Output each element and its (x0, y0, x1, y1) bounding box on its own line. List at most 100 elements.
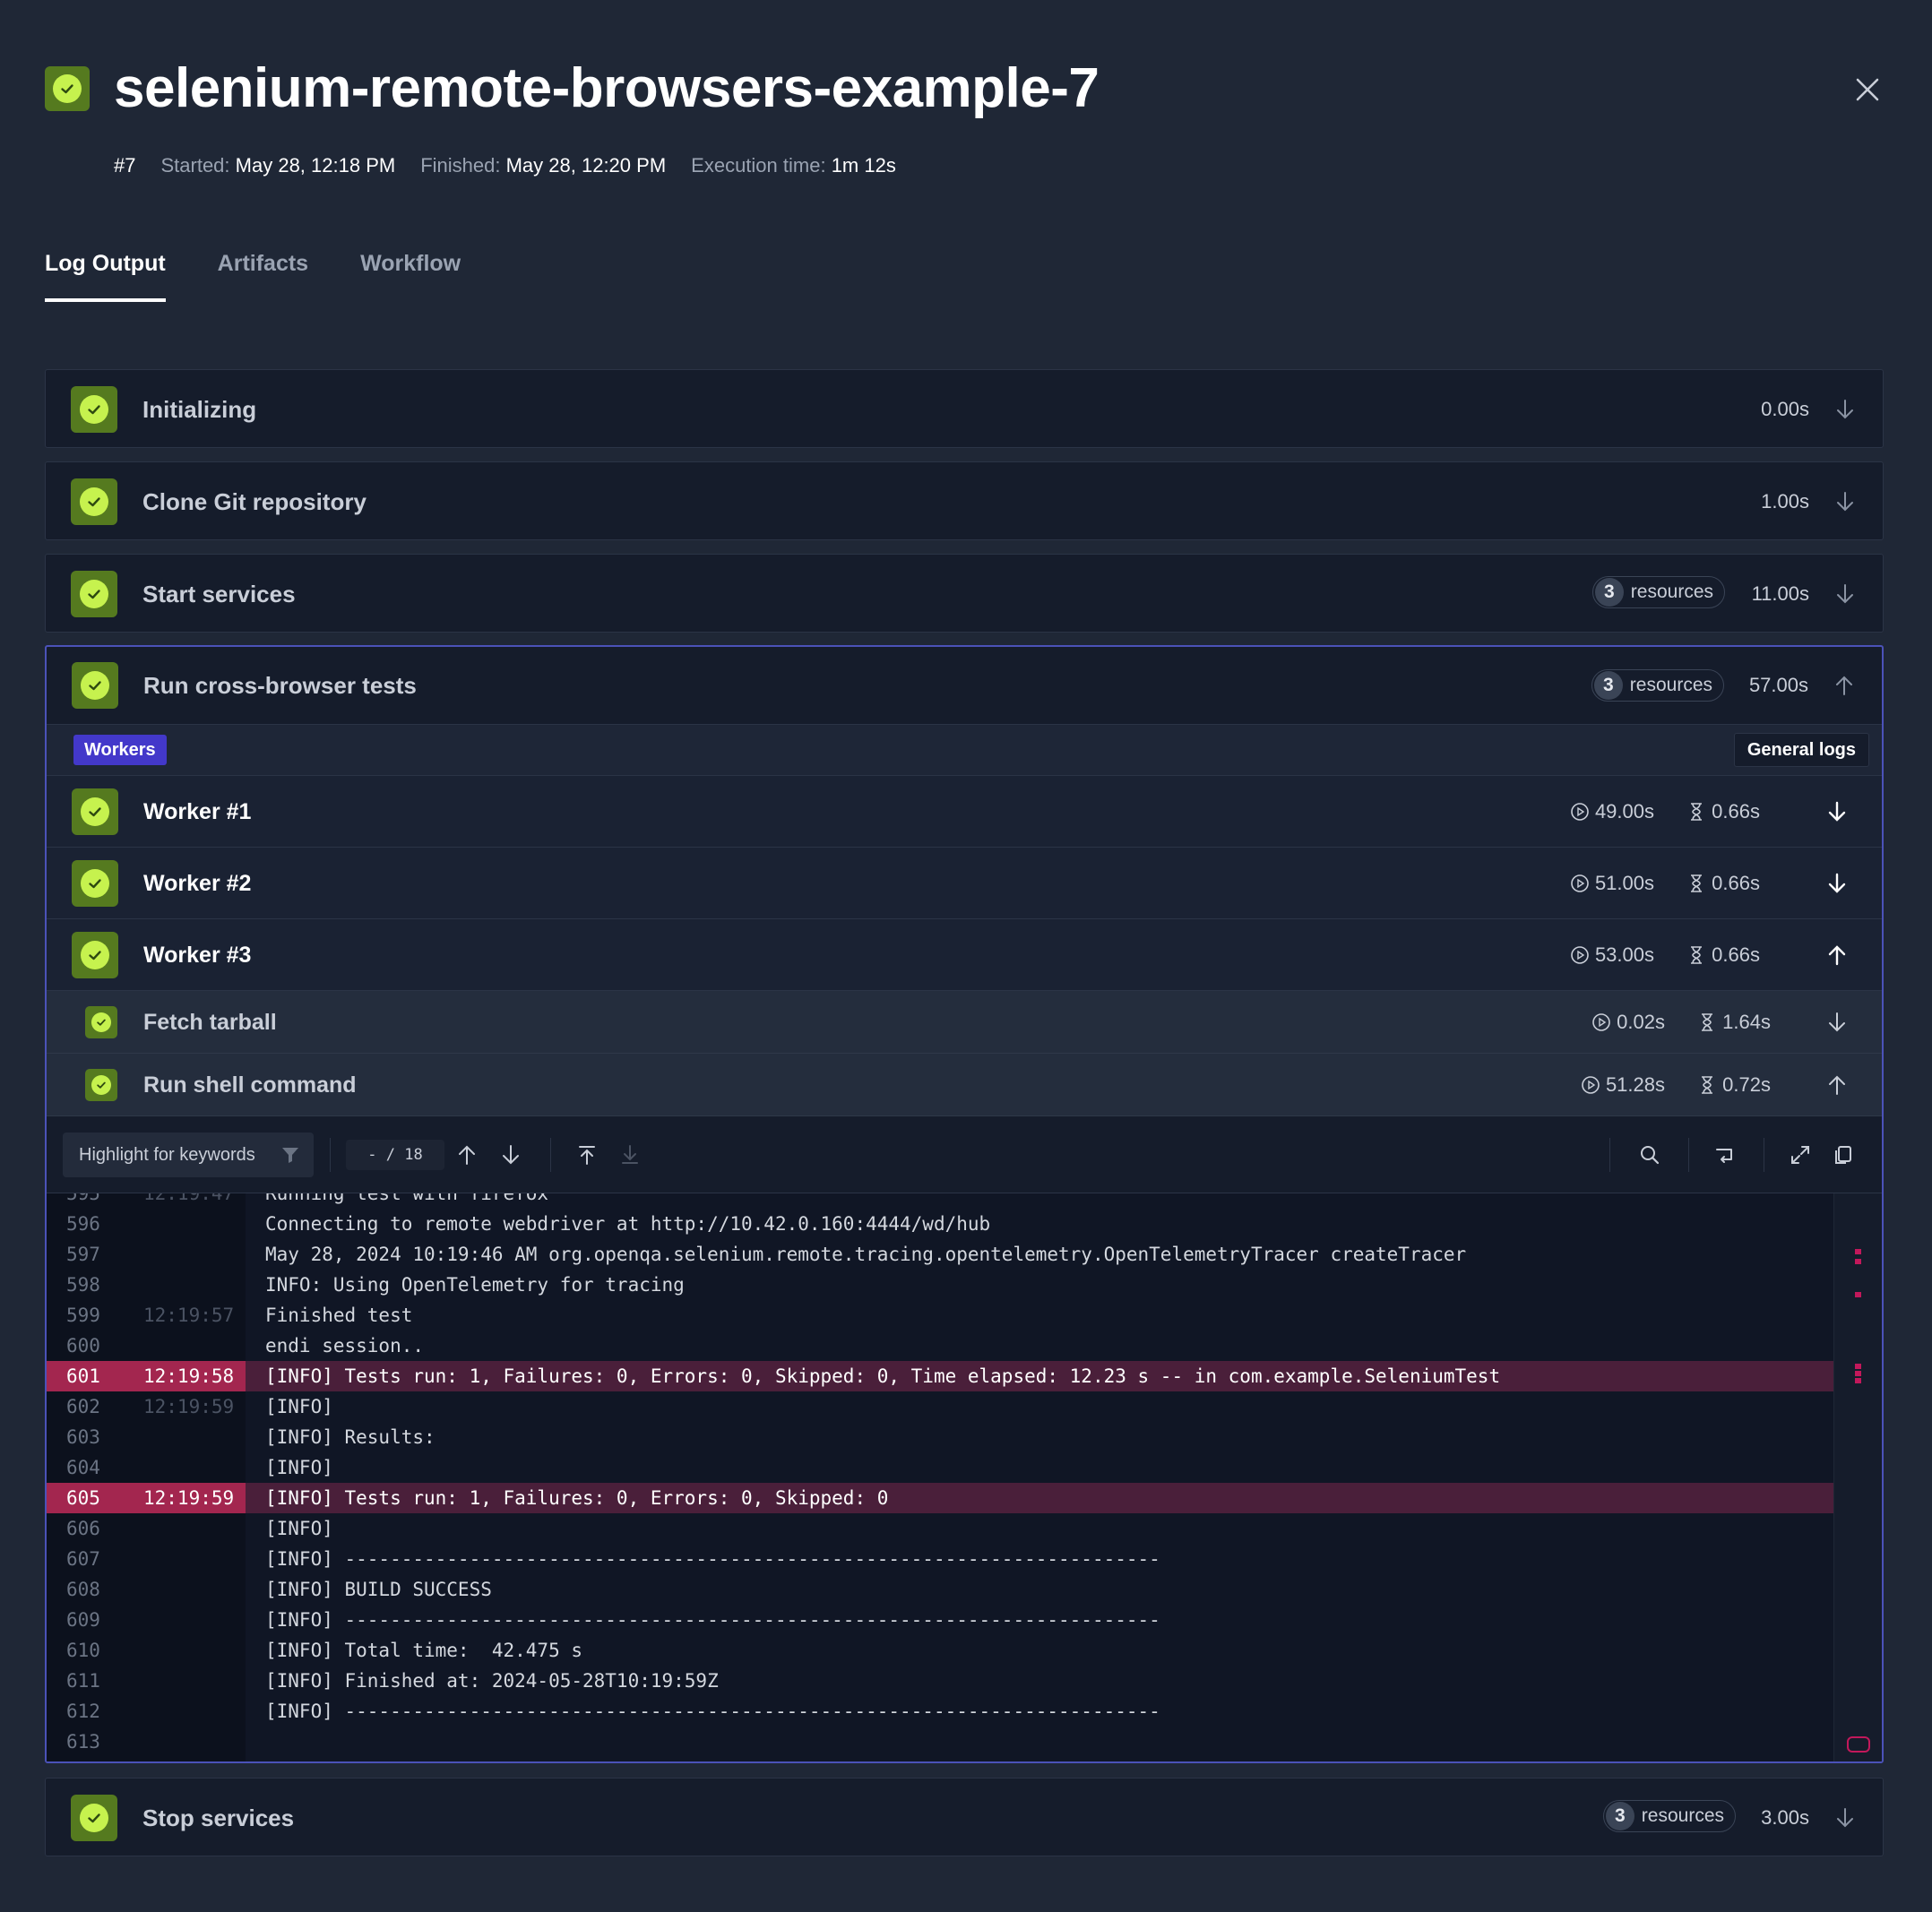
log-viewer[interactable]: 595 12:19:47 Running test with firefox 596… (47, 1193, 1882, 1761)
resources-label: resources (1629, 675, 1712, 695)
viewport-indicator[interactable] (1847, 1736, 1870, 1753)
workers-badge[interactable]: Workers (73, 735, 167, 765)
collapse-arrow-icon[interactable] (1824, 1072, 1850, 1098)
tab-artifacts[interactable]: Artifacts (218, 251, 308, 302)
log-line: 602 12:19:59 [INFO] (66, 1396, 333, 1417)
page-title: selenium-remote-browsers-example-7 (114, 57, 1100, 119)
log-line: 604 [INFO] (66, 1457, 333, 1478)
play-circle-icon (1582, 1076, 1600, 1094)
step-success-icon (72, 662, 118, 709)
step-name: Initializing (142, 396, 257, 423)
run-time: 49.00s (1570, 776, 1654, 848)
workers-bar: Workers General logs (47, 724, 1882, 776)
match-marker[interactable] (1855, 1378, 1861, 1383)
expand-arrow-icon[interactable] (1824, 871, 1850, 896)
expand-arrow-icon[interactable] (1833, 1805, 1858, 1830)
log-line: 612 [INFO] ------------------------------… (66, 1701, 1160, 1722)
log-line: 597 May 28, 2024 10:19:46 AM org.openqa.s… (66, 1244, 1467, 1265)
log-line-highlighted: 601 12:19:58 [INFO] Tests run: 1, Failures… (47, 1361, 1835, 1391)
step-name: Start services (142, 581, 296, 607)
copy-icon[interactable] (1830, 1141, 1857, 1168)
worker-row-3[interactable]: Worker #3 53.00s 0.66s (47, 919, 1882, 991)
match-counter[interactable]: - / 18 (346, 1140, 444, 1170)
match-marker[interactable] (1855, 1371, 1861, 1376)
log-line: 599 12:19:57 Finished test (66, 1305, 413, 1326)
resources-label: resources (1630, 581, 1713, 602)
step-name: Run cross-browser tests (143, 672, 417, 699)
expand-arrow-icon[interactable] (1833, 581, 1858, 607)
close-icon[interactable] (1848, 70, 1887, 109)
worker-success-icon (72, 860, 118, 907)
step-duration: 57.00s (1748, 674, 1808, 696)
match-marker[interactable] (1855, 1292, 1861, 1297)
log-line: 596 Connecting to remote webdriver at htt… (66, 1213, 991, 1235)
step-duration: 11.00s (1751, 582, 1809, 605)
execution-meta: #7 Started: May 28, 12:18 PM Finished: M… (114, 154, 896, 177)
resources-count: 3 (1605, 1802, 1634, 1830)
general-logs-button[interactable]: General logs (1733, 733, 1869, 767)
keyword-placeholder: Highlight for keywords (79, 1145, 255, 1165)
substep-fetch-tarball[interactable]: Fetch tarball 0.02s 1.64s (47, 991, 1882, 1054)
step-success-icon (71, 478, 117, 525)
log-line: 600 endi session.. (66, 1335, 425, 1356)
resources-badge[interactable]: 3 resources (1591, 669, 1724, 702)
tab-workflow[interactable]: Workflow (360, 251, 461, 302)
log-line: 609 [INFO] ------------------------------… (66, 1609, 1160, 1631)
step-initializing[interactable]: Initializing 0.00s (45, 369, 1884, 448)
tab-log-output[interactable]: Log Output (45, 251, 166, 302)
divider (550, 1138, 551, 1172)
resources-badge[interactable]: 3 resources (1602, 1800, 1736, 1832)
match-marker[interactable] (1855, 1364, 1861, 1369)
keyword-highlight-input[interactable]: Highlight for keywords (63, 1133, 314, 1177)
hourglass-icon (1691, 803, 1703, 821)
run-time: 0.02s (1591, 991, 1665, 1054)
expand-arrow-icon[interactable] (1824, 799, 1850, 824)
play-circle-icon (1571, 874, 1589, 892)
wait-time: 0.72s (1697, 1054, 1771, 1116)
step-start-services[interactable]: Start services 3 resources 11.00s (45, 554, 1884, 633)
log-line: 611 [INFO] Finished at: 2024-05-28T10:19:… (66, 1670, 719, 1692)
log-minimap-scrollbar[interactable] (1833, 1193, 1882, 1761)
collapse-arrow-icon[interactable] (1824, 943, 1850, 968)
expand-fullscreen-icon[interactable] (1787, 1141, 1814, 1168)
scroll-top-icon[interactable] (574, 1141, 600, 1168)
run-time: 53.00s (1570, 919, 1654, 991)
run-time: 51.28s (1581, 1054, 1665, 1116)
resources-count: 3 (1594, 578, 1624, 607)
play-circle-icon (1571, 946, 1589, 964)
log-line: 595 12:19:47 Running test with firefox (66, 1193, 549, 1204)
step-name: Stop services (142, 1804, 295, 1831)
scroll-bottom-icon[interactable] (617, 1141, 643, 1168)
substep-success-icon (85, 1006, 117, 1038)
prev-match-icon[interactable] (453, 1141, 480, 1168)
substep-name: Fetch tarball (143, 1010, 277, 1035)
worker-row-2[interactable]: Worker #2 51.00s 0.66s (47, 848, 1882, 919)
search-icon[interactable] (1636, 1141, 1663, 1168)
run-time: 51.00s (1570, 848, 1654, 919)
wrap-lines-icon[interactable] (1712, 1141, 1738, 1168)
finished-label: Finished: (420, 154, 501, 177)
expand-arrow-icon[interactable] (1833, 489, 1858, 514)
step-header[interactable]: Run cross-browser tests 3 resources 57.0… (47, 647, 1882, 724)
step-clone-git[interactable]: Clone Git repository 1.00s (45, 461, 1884, 540)
match-marker[interactable] (1855, 1259, 1861, 1264)
log-line: 608 [INFO] BUILD SUCCESS (66, 1579, 492, 1600)
filter-icon (282, 1148, 298, 1163)
worker-row-1[interactable]: Worker #1 49.00s 0.66s (47, 776, 1882, 848)
resources-badge[interactable]: 3 resources (1591, 576, 1725, 608)
execution-time-value: 1m 12s (831, 154, 896, 177)
step-success-icon (71, 386, 117, 433)
wait-time: 0.66s (1686, 776, 1760, 848)
worker-name: Worker #2 (143, 871, 252, 896)
expand-arrow-icon[interactable] (1824, 1010, 1850, 1035)
step-stop-services[interactable]: Stop services 3 resources 3.00s (45, 1778, 1884, 1856)
log-line: 613 (66, 1731, 100, 1753)
collapse-arrow-icon[interactable] (1832, 673, 1857, 698)
play-circle-icon (1592, 1013, 1610, 1031)
next-match-icon[interactable] (497, 1141, 524, 1168)
expand-arrow-icon[interactable] (1833, 397, 1858, 422)
substep-run-shell-command[interactable]: Run shell command 51.28s 0.72s (47, 1054, 1882, 1116)
started-value: May 28, 12:18 PM (235, 154, 396, 177)
execution-time-label: Execution time: (691, 154, 826, 177)
match-marker[interactable] (1855, 1249, 1861, 1254)
